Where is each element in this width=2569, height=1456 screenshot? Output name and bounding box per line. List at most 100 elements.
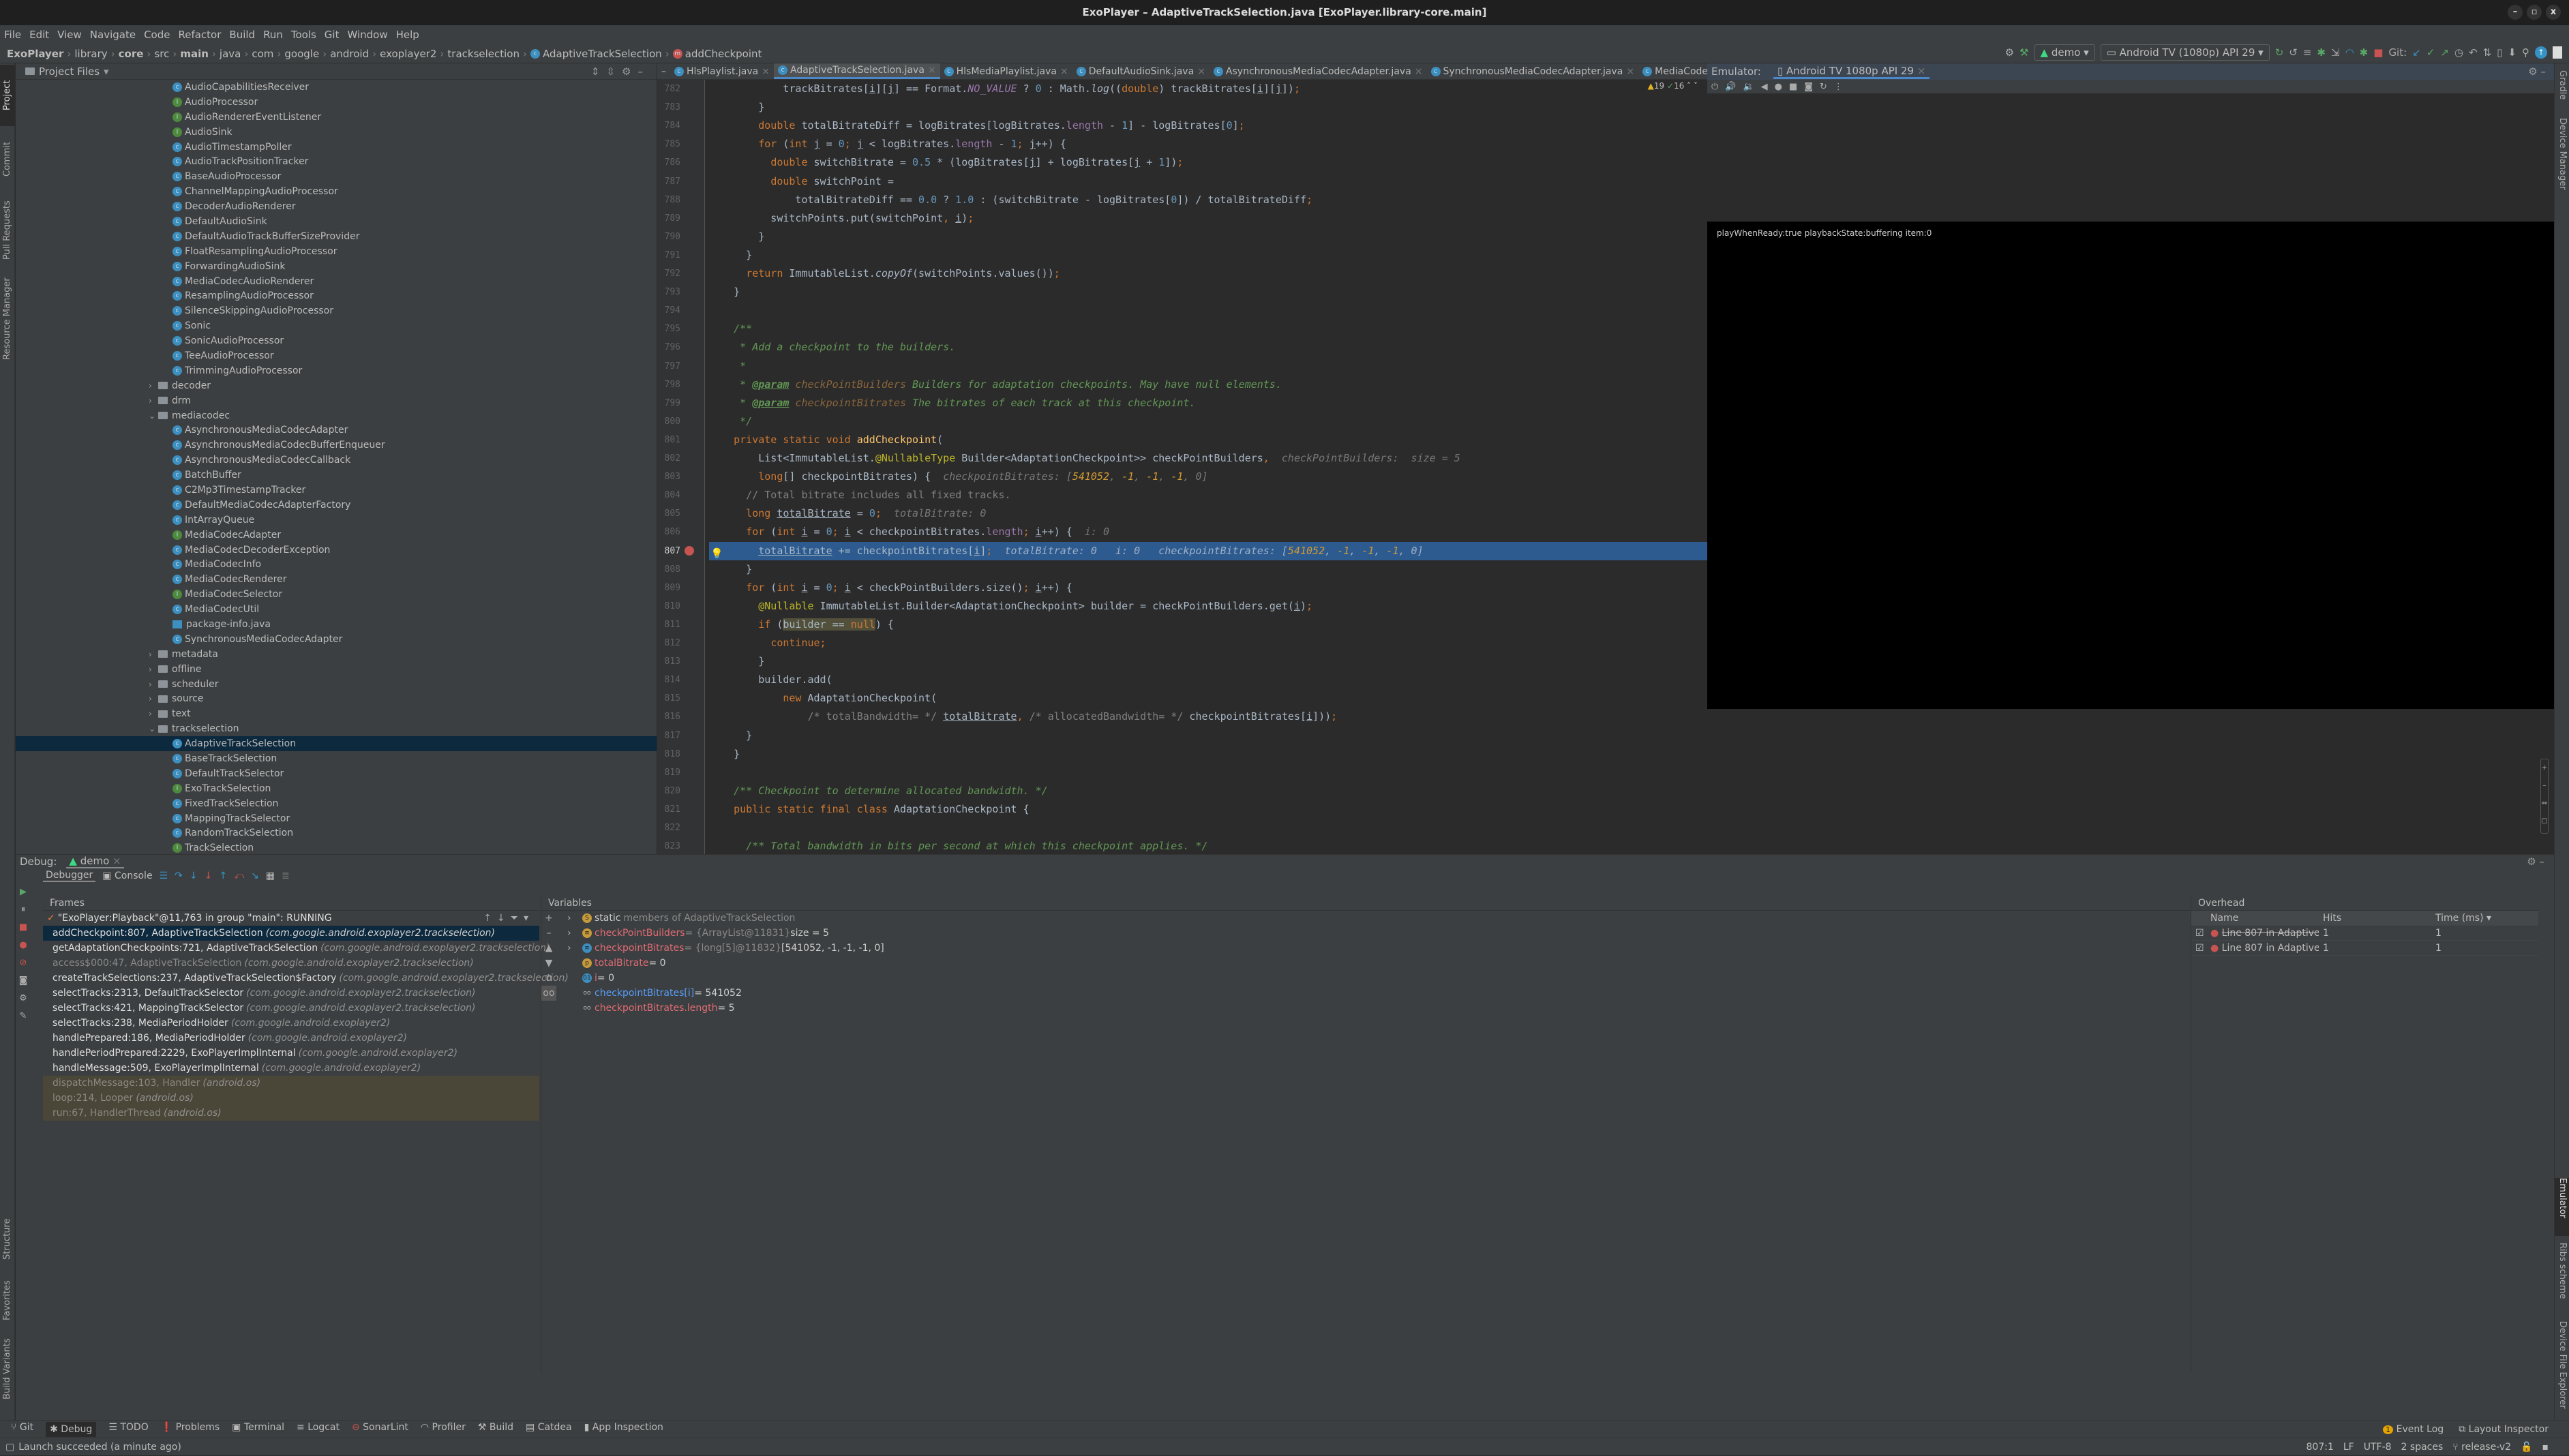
menu-code[interactable]: Code xyxy=(144,29,170,41)
add-watch-icon[interactable]: + xyxy=(541,911,556,926)
breadcrumb-item[interactable]: ExoPlayer xyxy=(7,48,63,60)
chevron-down-icon[interactable]: ⌄ xyxy=(149,411,158,421)
tool-tab-resource-manager[interactable]: Resource Manager xyxy=(0,275,15,363)
variable-row[interactable]: p totalBitrate = 0 xyxy=(541,956,2191,971)
tree-item[interactable]: c AsynchronousMediaCodecAdapter xyxy=(16,423,657,438)
event-log-tab[interactable]: 1 Event Log xyxy=(2383,1424,2444,1435)
line-separator[interactable]: LF xyxy=(2343,1442,2354,1453)
tree-item[interactable]: ⌄ mediacodec xyxy=(16,408,657,423)
stack-frame[interactable]: selectTracks:421, MappingTrackSelector (c… xyxy=(43,1001,539,1016)
stack-frame[interactable]: selectTracks:238, MediaPeriodHolder (com.… xyxy=(43,1016,539,1031)
bottom-tab-terminal[interactable]: ▣ Terminal xyxy=(232,1422,284,1437)
step-into-icon[interactable]: ↓ xyxy=(190,870,198,881)
indent-setting[interactable]: 2 spaces xyxy=(2401,1442,2444,1453)
close-tab-icon[interactable]: × xyxy=(762,66,770,77)
tree-item[interactable]: c DefaultTrackSelector xyxy=(16,766,657,781)
tree-item[interactable]: › decoder xyxy=(16,378,657,393)
chevron-down-icon[interactable]: ▾ xyxy=(104,65,109,78)
power-icon[interactable]: ⏻ xyxy=(1711,82,1718,92)
tool-tab-gradle[interactable]: Gradle xyxy=(2555,70,2569,111)
close-tab-icon[interactable]: × xyxy=(1415,66,1423,77)
layout-inspector-tab[interactable]: ⧉ Layout Inspector xyxy=(2459,1424,2549,1435)
variable-row[interactable]: › ≡ checkPointBuilders = {ArrayList@11831}… xyxy=(541,926,2191,941)
menu-build[interactable]: Build xyxy=(229,29,255,41)
volume-up-icon[interactable]: 🔊 xyxy=(1725,82,1736,92)
chevron-right-icon[interactable]: › xyxy=(567,943,582,954)
menu-view[interactable]: View xyxy=(57,29,82,41)
chevron-right-icon[interactable]: › xyxy=(567,913,582,924)
apply-code-changes-icon[interactable]: ≡ xyxy=(2303,46,2312,59)
rerun-icon[interactable]: ↻ xyxy=(2275,46,2284,59)
editor-tab[interactable]: c AsynchronousMediaCodecAdapter.java × xyxy=(1210,63,1427,79)
tree-item[interactable]: c AsynchronousMediaCodecBufferEnqueuer xyxy=(16,438,657,453)
tree-item[interactable]: c BaseTrackSelection xyxy=(16,751,657,766)
pin-icon[interactable]: ✎ xyxy=(16,1007,31,1025)
menu-refactor[interactable]: Refactor xyxy=(178,29,221,41)
tree-item[interactable]: c FloatResamplingAudioProcessor xyxy=(16,244,657,259)
volume-down-icon[interactable]: 🔉 xyxy=(1743,82,1754,92)
frame-nav-controls[interactable]: ↑↓⏷▾ xyxy=(483,913,534,924)
tree-item[interactable]: › drm xyxy=(16,393,657,408)
breakpoint-icon[interactable] xyxy=(685,545,694,556)
view-breakpoints-icon[interactable]: ● xyxy=(16,937,31,954)
variable-row[interactable]: › ≡ checkpointBitrates = {long[5]@11832} [… xyxy=(541,941,2191,956)
status-message[interactable]: Launch succeeded (a minute ago) xyxy=(18,1442,181,1453)
chevron-right-icon[interactable]: › xyxy=(149,665,158,674)
tree-item[interactable]: c MediaCodecUtil xyxy=(16,602,657,617)
tree-item[interactable]: c BaseAudioProcessor xyxy=(16,169,657,184)
git-history-icon[interactable]: ◷ xyxy=(2454,46,2463,59)
breadcrumb-item[interactable]: src xyxy=(154,48,169,60)
stack-frame[interactable]: createTrackSelections:237, AdaptiveTrack… xyxy=(43,971,569,986)
resume-icon[interactable]: ▶ xyxy=(16,883,31,901)
back-icon[interactable]: ◀ xyxy=(1761,82,1768,92)
tree-item[interactable]: c AdaptiveTrackSelection xyxy=(16,736,657,752)
screenshot-icon[interactable]: ◙ xyxy=(1804,82,1813,92)
tree-item[interactable]: › source xyxy=(16,692,657,707)
git-branch[interactable]: ⑂ release-v2 xyxy=(2452,1442,2511,1453)
breadcrumb-item[interactable]: m addCheckpoint xyxy=(672,48,762,60)
tree-item[interactable]: c DefaultAudioSink xyxy=(16,214,657,229)
column-time[interactable]: Time (ms) ▾ xyxy=(2431,913,2534,924)
sdk-download-icon[interactable]: ⬇ xyxy=(2508,46,2517,59)
search-icon[interactable]: ⚲ xyxy=(2522,46,2529,59)
move-down-icon[interactable]: ▼ xyxy=(541,956,556,971)
thread-selector[interactable]: ✓ "ExoPlayer:Playback"@11,763 in group "… xyxy=(43,911,539,926)
evaluate-expression-icon[interactable]: ▦ xyxy=(266,870,275,881)
overhead-row[interactable]: ☑ ● Line 807 in AdaptiveTr 1 1 xyxy=(2191,941,2538,956)
chevron-down-icon[interactable]: ⌄ xyxy=(149,724,158,733)
tree-item[interactable]: I AudioSink xyxy=(16,125,657,140)
tree-item[interactable]: I ExoTrackSelection xyxy=(16,781,657,796)
bottom-tab-catdea[interactable]: ▤ Catdea xyxy=(526,1422,572,1437)
close-tab-icon[interactable]: × xyxy=(1626,66,1634,77)
chevron-right-icon[interactable]: › xyxy=(149,694,158,703)
bottom-tab-sonarlint[interactable]: ⊖ SonarLint xyxy=(352,1422,408,1437)
stack-frame[interactable]: access$000:47, AdaptiveTrackSelection (co… xyxy=(43,956,539,971)
stack-frame[interactable]: addCheckpoint:807, AdaptiveTrackSelectio… xyxy=(43,926,539,941)
run-config-select[interactable]: ▲ demo ▾ xyxy=(2034,44,2095,61)
debug-settings-icon[interactable]: ⚙ – xyxy=(2527,855,2544,868)
tool-tab-commit[interactable]: Commit xyxy=(0,132,15,186)
minimize-button[interactable]: – xyxy=(2508,5,2523,20)
tool-tab-build-variants[interactable]: Build Variants xyxy=(0,1335,15,1403)
menu-tools[interactable]: Tools xyxy=(291,29,316,41)
stack-frame[interactable]: dispatchMessage:103, Handler (android.os) xyxy=(43,1076,539,1091)
stack-frame[interactable]: selectTracks:2313, DefaultTrackSelector(… xyxy=(43,986,539,1001)
editor-tab[interactable]: c SynchronousMediaCodecAdapter.java × xyxy=(1427,63,1639,79)
bottom-tab-logcat[interactable]: ≡ Logcat xyxy=(297,1422,340,1437)
code-editor[interactable]: 782 783 784 785 786 787 788 789 790 791 792 793 794 7… xyxy=(657,80,1707,854)
tree-item[interactable]: package-info.java xyxy=(16,617,657,632)
tree-item[interactable]: c MappingTrackSelector xyxy=(16,811,657,826)
menu-navigate[interactable]: Navigate xyxy=(90,29,136,41)
menu-file[interactable]: File xyxy=(4,29,21,41)
stack-frame[interactable]: getAdaptationCheckpoints:721, AdaptiveTr… xyxy=(43,941,550,956)
column-hits[interactable]: Hits xyxy=(2319,913,2431,924)
snapshot-icon[interactable]: ↻ xyxy=(1820,82,1827,92)
tree-item[interactable]: c SynchronousMediaCodecAdapter xyxy=(16,632,657,647)
menu-window[interactable]: Window xyxy=(347,29,387,41)
notifications-icon[interactable]: ▪ xyxy=(2542,1442,2549,1453)
close-tab-icon[interactable]: × xyxy=(112,855,121,867)
menu-git[interactable]: Git xyxy=(325,29,340,41)
tool-tab-device-manager[interactable]: Device Manager xyxy=(2555,118,2569,193)
editor-tab[interactable]: c AdaptiveTrackSelection.java × xyxy=(774,63,940,79)
breadcrumb-item[interactable]: c AdaptiveTrackSelection xyxy=(530,48,662,60)
